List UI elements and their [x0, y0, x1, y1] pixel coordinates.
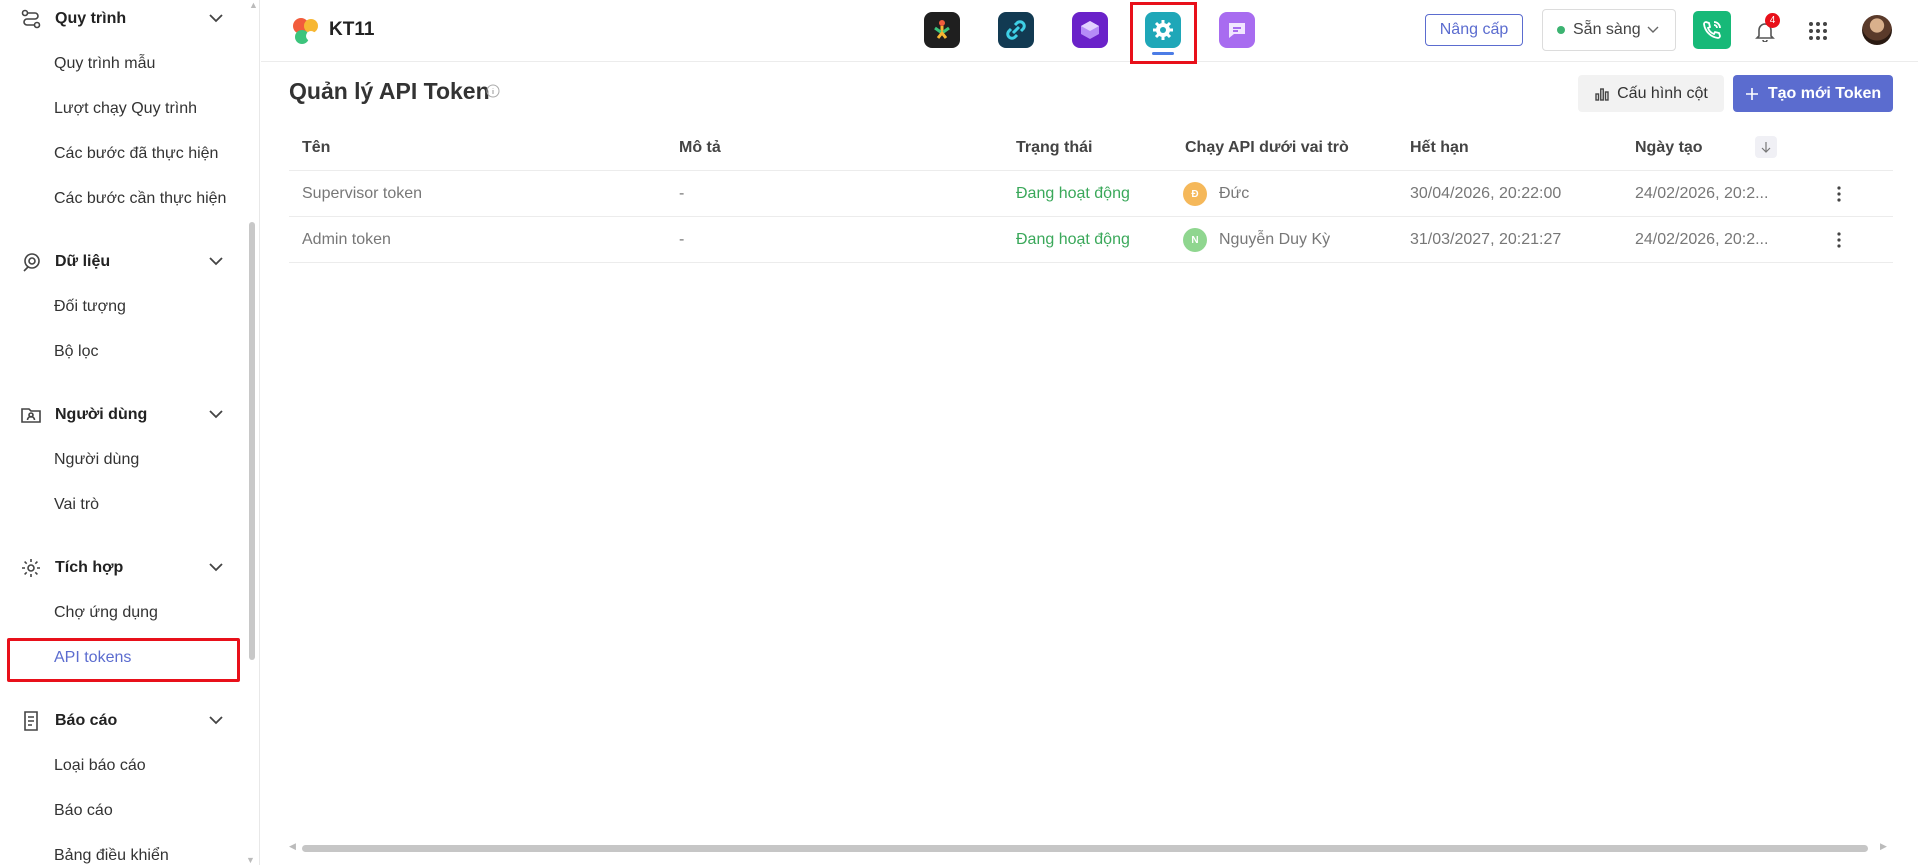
token-description: - [679, 231, 685, 248]
chevron-down-icon[interactable] [206, 252, 226, 272]
report-icon [20, 710, 42, 732]
token-status: Đang hoạt động [1016, 231, 1130, 248]
sidebar-group-users[interactable]: Người dùng [0, 392, 250, 437]
sidebar-group-label: Tích hợp [55, 558, 124, 576]
status-dropdown[interactable]: Sẵn sàng [1542, 9, 1676, 51]
sidebar-group-label: Báo cáo [55, 711, 118, 729]
app-chat-icon[interactable] [1219, 12, 1255, 48]
chevron-down-icon[interactable] [206, 711, 226, 731]
chevron-down-icon[interactable] [206, 405, 226, 425]
token-role: Đ Đức [1183, 171, 1249, 217]
sidebar-item-done-steps[interactable]: Các bước đã thực hiện [0, 131, 250, 176]
sidebar-item-filters[interactable]: Bộ lọc [0, 329, 250, 374]
token-table: Tên Mô tả Trạng thái Chạy API dưới vai t… [289, 125, 1893, 263]
token-name[interactable]: Admin token [302, 217, 391, 263]
sidebar-group-integrations[interactable]: Tích hợp [0, 545, 250, 590]
user-folder-icon [20, 404, 42, 426]
sidebar-group-data[interactable]: Dữ liệu [0, 239, 250, 284]
token-created: 24/02/2026, 20:2... [1635, 231, 1769, 248]
user-avatar[interactable] [1862, 15, 1892, 45]
notification-badge: 4 [1765, 13, 1780, 28]
info-icon[interactable] [486, 84, 500, 98]
status-label: Sẵn sàng [1573, 21, 1641, 38]
app-box-icon[interactable] [1072, 12, 1108, 48]
chevron-down-icon [1647, 21, 1659, 39]
column-header-status[interactable]: Trạng thái [1016, 125, 1092, 171]
chevron-down-icon[interactable] [206, 558, 226, 578]
horizontal-scrollbar[interactable] [302, 845, 1868, 852]
app-link-icon[interactable] [998, 12, 1034, 48]
sidebar-item-users[interactable]: Người dùng [0, 437, 250, 482]
workspace-name: KT11 [329, 19, 375, 40]
column-chart-icon [1595, 87, 1609, 101]
token-description: - [679, 185, 685, 202]
scroll-left-arrow[interactable]: ◀ [289, 841, 296, 852]
sidebar-group-label: Người dùng [55, 405, 148, 423]
table-row[interactable]: Admin token - Đang hoạt động N Nguyễn Du… [289, 217, 1893, 263]
column-header-name[interactable]: Tên [302, 125, 330, 171]
sidebar-item-workflow-runs[interactable]: Lượt chạy Quy trình [0, 86, 250, 131]
apps-grid-icon[interactable] [1806, 19, 1830, 43]
sidebar-item-todo-steps[interactable]: Các bước cần thực hiện [0, 176, 250, 221]
sort-button[interactable] [1755, 136, 1777, 158]
sidebar-item-workflow-templates[interactable]: Quy trình mẫu [0, 41, 250, 86]
table-row[interactable]: Supervisor token - Đang hoạt động Đ Đức … [289, 171, 1893, 217]
column-header-role[interactable]: Chạy API dưới vai trò [1185, 125, 1349, 171]
token-name[interactable]: Supervisor token [302, 171, 422, 217]
more-vertical-icon [1837, 232, 1841, 248]
app-root: ▲ ▼ Quy trình Quy trình mẫu Lượt chạy Qu… [0, 0, 1918, 865]
row-menu-button[interactable] [1829, 184, 1849, 204]
sidebar-item-roles[interactable]: Vai trò [0, 482, 250, 527]
top-bar: KT11 Nâng cấp Sẵn sàng 4 [261, 0, 1918, 64]
active-app-indicator [1152, 52, 1174, 55]
page-title: Quản lý API Token [289, 78, 490, 104]
scroll-right-arrow[interactable]: ▶ [1880, 841, 1887, 852]
token-role: N Nguyễn Duy Kỳ [1183, 217, 1330, 263]
app-workflow-icon[interactable] [924, 12, 960, 48]
column-config-label: Cấu hình cột [1617, 84, 1708, 102]
plus-icon [1745, 87, 1758, 100]
sidebar-item-app-market[interactable]: Chợ ứng dụng [0, 590, 250, 635]
create-token-button[interactable]: Tạo mới Token [1733, 75, 1893, 112]
app-settings-icon[interactable] [1145, 12, 1181, 48]
data-icon [20, 251, 42, 273]
row-menu-button[interactable] [1829, 230, 1849, 250]
token-expires: 30/04/2026, 20:22:00 [1410, 185, 1562, 202]
column-config-button[interactable]: Cấu hình cột [1578, 75, 1724, 112]
sidebar: ▲ ▼ Quy trình Quy trình mẫu Lượt chạy Qu… [0, 0, 260, 865]
gear-icon [20, 557, 42, 579]
create-token-label: Tạo mới Token [1767, 84, 1882, 102]
arrow-down-icon [1761, 142, 1771, 153]
app-logo-icon [293, 18, 318, 44]
token-status: Đang hoạt động [1016, 185, 1130, 202]
workflow-icon [20, 8, 42, 30]
sidebar-item-report-types[interactable]: Loại báo cáo [0, 743, 250, 788]
role-avatar: N [1183, 228, 1207, 252]
status-dot [1557, 26, 1565, 34]
role-avatar: Đ [1183, 182, 1207, 206]
token-created: 24/02/2026, 20:2... [1635, 185, 1769, 202]
role-name: Nguyễn Duy Kỳ [1219, 231, 1331, 248]
phone-button[interactable] [1693, 11, 1731, 49]
sidebar-item-objects[interactable]: Đối tượng [0, 284, 250, 329]
sidebar-item-dashboard[interactable]: Bảng điều khiển [0, 833, 250, 865]
sidebar-group-label: Dữ liệu [55, 252, 111, 270]
table-header: Tên Mô tả Trạng thái Chạy API dưới vai t… [289, 125, 1893, 171]
sidebar-item-api-tokens[interactable]: API tokens [0, 635, 250, 680]
sidebar-item-reports[interactable]: Báo cáo [0, 788, 250, 833]
upgrade-button[interactable]: Nâng cấp [1425, 14, 1523, 46]
token-expires: 31/03/2027, 20:21:27 [1410, 231, 1562, 248]
column-header-expires[interactable]: Hết hạn [1410, 125, 1469, 171]
sidebar-group-workflow[interactable]: Quy trình [0, 0, 250, 41]
sidebar-group-reports[interactable]: Báo cáo [0, 698, 250, 743]
column-header-created[interactable]: Ngày tạo [1635, 125, 1703, 171]
phone-icon [1703, 21, 1721, 39]
chevron-down-icon[interactable] [206, 9, 226, 29]
more-vertical-icon [1837, 186, 1841, 202]
sidebar-group-label: Quy trình [55, 9, 127, 27]
column-header-description[interactable]: Mô tả [679, 125, 721, 171]
role-name: Đức [1219, 185, 1250, 202]
